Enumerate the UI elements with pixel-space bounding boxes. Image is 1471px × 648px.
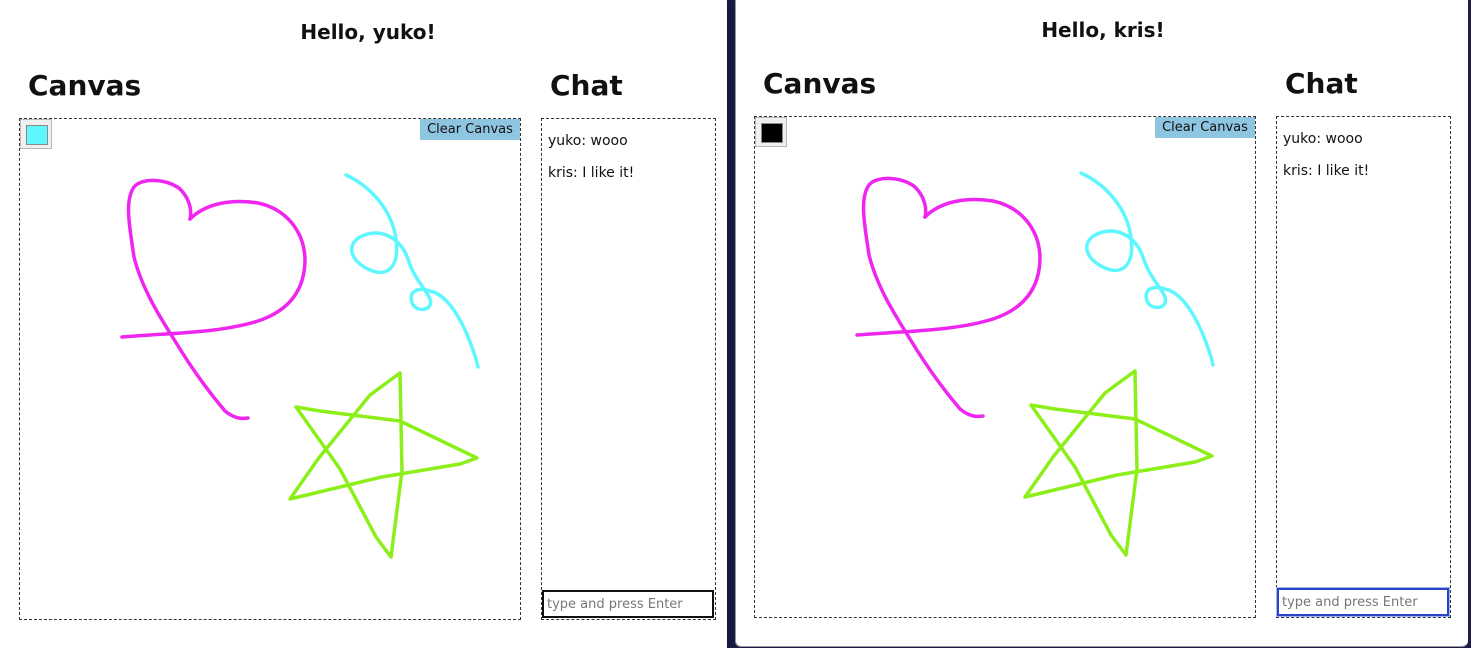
clear-canvas-button[interactable]: Clear Canvas <box>420 119 520 140</box>
kris-browser-window: Hello, kris! Canvas Chat Clear Canvas yu… <box>735 0 1468 647</box>
magenta-stroke <box>861 176 985 419</box>
clear-canvas-button[interactable]: Clear Canvas <box>1155 117 1255 138</box>
chat-title: Chat <box>550 69 623 102</box>
chat-input[interactable] <box>542 590 714 618</box>
chat-title: Chat <box>1285 67 1358 100</box>
selected-color-fill <box>26 125 48 145</box>
selected-color-fill <box>761 123 783 143</box>
drawing-canvas[interactable]: Clear Canvas <box>754 116 1256 618</box>
yuko-browser-window: Hello, yuko! Canvas Chat Clear Canvas yu… <box>0 0 727 648</box>
canvas-title: Canvas <box>28 69 142 102</box>
chat-panel: yuko: wooo kris: I like it! <box>541 118 716 620</box>
canvas-title: Canvas <box>763 67 877 100</box>
drawing-surface[interactable] <box>20 119 520 619</box>
chat-message: yuko: wooo <box>548 133 628 149</box>
magenta-stroke <box>126 178 250 421</box>
greeting-heading: Hello, kris! <box>1041 18 1165 42</box>
lime-stroke <box>1023 369 1214 557</box>
lime-stroke <box>288 371 479 559</box>
chat-message: kris: I like it! <box>548 165 635 181</box>
color-picker[interactable] <box>755 117 787 147</box>
drawing-canvas[interactable]: Clear Canvas <box>19 118 521 620</box>
chat-panel: yuko: wooo kris: I like it! <box>1276 116 1451 618</box>
chat-message: yuko: wooo <box>1283 131 1363 147</box>
chat-input[interactable] <box>1277 588 1449 616</box>
magenta-stroke <box>855 197 1042 337</box>
chat-message: kris: I like it! <box>1283 163 1370 179</box>
cyan-stroke <box>344 173 480 369</box>
greeting-heading: Hello, yuko! <box>300 20 436 44</box>
cyan-stroke <box>1079 171 1215 367</box>
drawing-surface[interactable] <box>755 117 1255 617</box>
chat-message-list: yuko: wooo kris: I like it! <box>548 133 711 197</box>
color-picker[interactable] <box>20 119 52 149</box>
magenta-stroke <box>120 199 307 339</box>
chat-message-list: yuko: wooo kris: I like it! <box>1283 131 1446 195</box>
